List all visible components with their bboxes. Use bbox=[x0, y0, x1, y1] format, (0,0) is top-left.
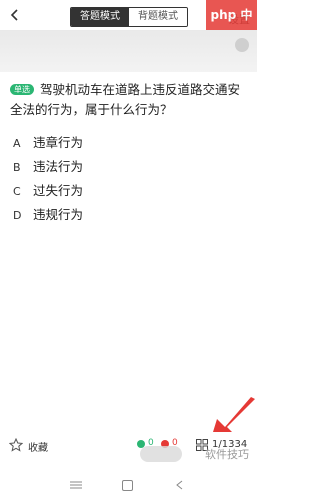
star-icon[interactable] bbox=[9, 438, 23, 452]
option-letter: B bbox=[13, 161, 21, 174]
brand-watermark: php 中文网 bbox=[206, 0, 257, 52]
question-text-block: 单选 驾驶机动车在道路上违反道路交通安全法的行为，属于什么行为？ bbox=[10, 80, 248, 120]
option-a[interactable]: A 违章行为 bbox=[13, 132, 83, 154]
option-letter: D bbox=[13, 209, 22, 222]
option-b[interactable]: B 违法行为 bbox=[13, 156, 83, 178]
option-text: 违法行为 bbox=[33, 159, 84, 174]
favorite-label[interactable]: 收藏 bbox=[28, 439, 48, 454]
menu-icon[interactable] bbox=[70, 481, 82, 489]
question-type-badge: 单选 bbox=[10, 84, 34, 95]
watermark-text: 软件技巧 bbox=[205, 448, 249, 461]
option-text: 过失行为 bbox=[33, 183, 84, 198]
blurred-area bbox=[0, 30, 257, 72]
back-icon[interactable] bbox=[174, 479, 186, 491]
option-text: 违章行为 bbox=[33, 135, 84, 150]
top-bar: 答题模式 背题模式 设置 php 中文网 bbox=[0, 0, 257, 52]
gear-icon bbox=[235, 38, 249, 52]
watermark-logo bbox=[140, 446, 182, 462]
option-text: 违规行为 bbox=[33, 207, 84, 222]
system-nav-bar bbox=[0, 470, 257, 500]
option-c[interactable]: C 过失行为 bbox=[13, 180, 83, 202]
question-text: 驾驶机动车在道路上违反道路交通安全法的行为，属于什么行为？ bbox=[10, 82, 241, 117]
home-icon[interactable] bbox=[122, 480, 133, 491]
mode-switch: 答题模式 背题模式 bbox=[70, 7, 188, 27]
tab-memorize-mode[interactable]: 背题模式 bbox=[129, 8, 187, 26]
option-d[interactable]: D 违规行为 bbox=[13, 204, 83, 226]
tab-answer-mode[interactable]: 答题模式 bbox=[71, 8, 129, 26]
back-arrow-icon[interactable] bbox=[8, 8, 22, 22]
option-letter: C bbox=[13, 185, 21, 198]
option-letter: A bbox=[13, 137, 21, 150]
